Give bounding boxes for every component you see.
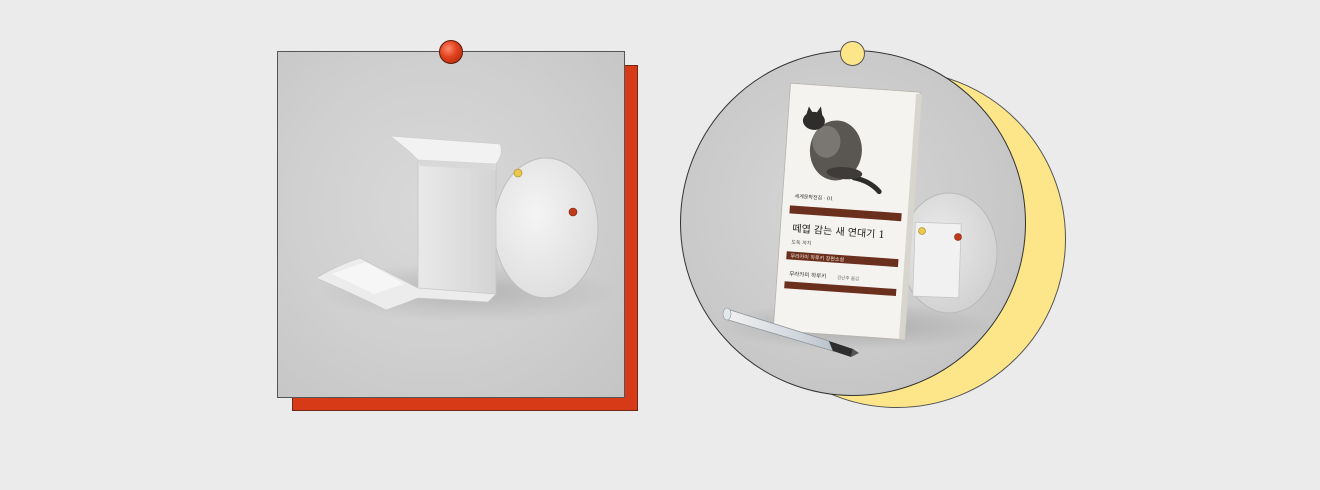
empty-stand-illustration [315, 135, 618, 322]
top-shelf [388, 135, 502, 165]
magnet-red-icon [568, 207, 578, 217]
right-push-pin-icon [840, 41, 865, 66]
left-push-pin-icon [439, 40, 463, 64]
magnet-yellow-icon [513, 168, 523, 178]
stand-with-book-illustration: 세계문학전집 · 01 떼엽 감는 새 연대기 1 도둑 까치 무라카미 하루키… [716, 82, 998, 357]
book-subtitle: 도둑 까치 [791, 239, 811, 247]
left-product-card [277, 51, 625, 398]
right-product-card: 세계문학전집 · 01 떼엽 감는 새 연대기 1 도둑 까치 무라카미 하루키… [680, 50, 1026, 396]
back-panel [417, 151, 497, 295]
magnet-red-icon [954, 233, 962, 241]
magnet-yellow-icon [918, 227, 926, 235]
disc-plate [493, 157, 599, 299]
book: 세계문학전집 · 01 떼엽 감는 새 연대기 1 도둑 까치 무라카미 하루키… [772, 82, 923, 341]
